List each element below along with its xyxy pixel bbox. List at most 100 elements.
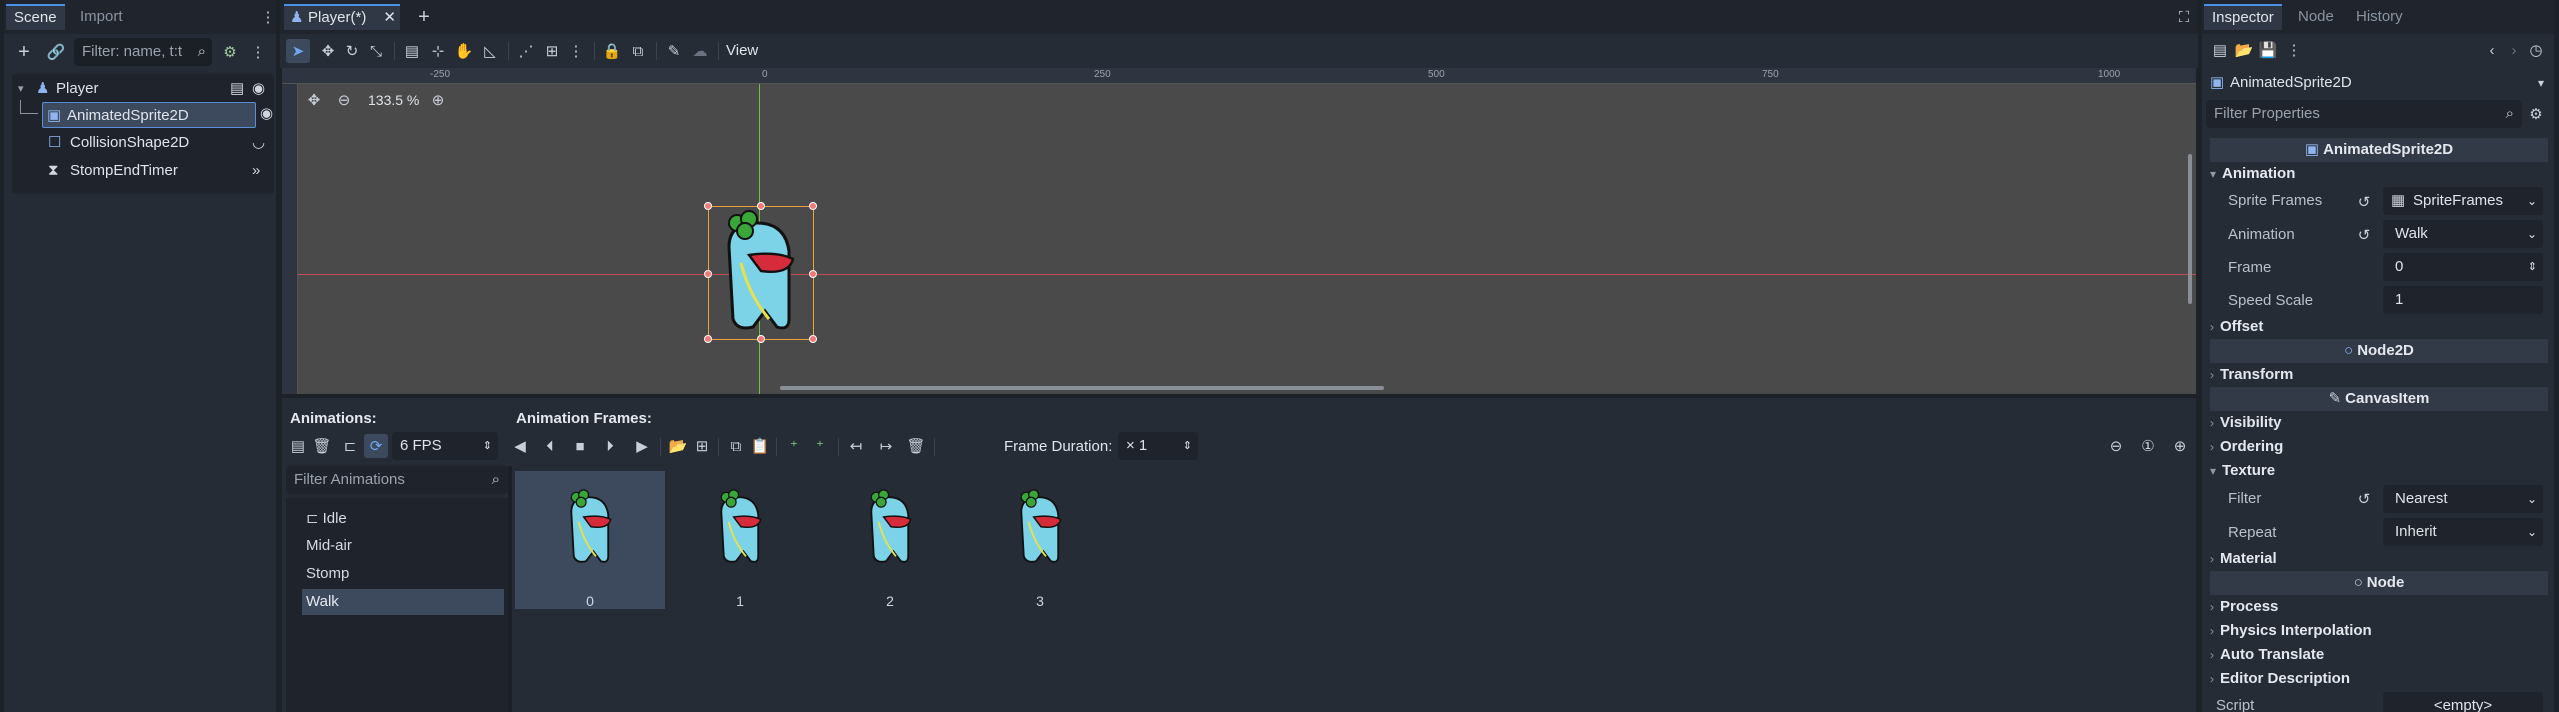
list-select-icon[interactable]: ▤ (400, 39, 424, 63)
section-animation[interactable]: ▾ Animation (2210, 162, 2548, 186)
handle[interactable] (757, 202, 765, 210)
delete-frame-icon[interactable]: 🗑 (904, 434, 928, 458)
new-resource-icon[interactable]: ▤ (2208, 38, 2232, 62)
rotate-tool-icon[interactable]: ↻ (340, 39, 364, 63)
smart-snap-icon[interactable]: ⋰ (514, 39, 538, 63)
load-resource-icon[interactable]: 📂 (2232, 38, 2256, 62)
animation-item-walk[interactable]: Walk (302, 589, 504, 615)
lock-icon[interactable]: 🔒 (600, 39, 624, 63)
frame-item[interactable]: 1 (665, 471, 815, 609)
tab-inspector[interactable]: Inspector (2204, 4, 2282, 30)
zoom-out-icon[interactable]: ⊖ (2104, 434, 2128, 458)
handle[interactable] (809, 335, 817, 343)
select-tool-icon[interactable]: ➤ (286, 39, 310, 63)
handle[interactable] (704, 202, 712, 210)
handle[interactable] (704, 335, 712, 343)
forward-icon[interactable]: › (2502, 38, 2526, 62)
add-node-icon[interactable]: + (12, 40, 36, 64)
section-offset[interactable]: › Offset (2210, 315, 2548, 339)
scene-menu-icon[interactable]: ⋮ (246, 40, 270, 64)
script-attach-icon[interactable]: ⚙ (218, 40, 242, 64)
revert-icon[interactable]: ↺ (2352, 487, 2376, 511)
delete-animation-icon[interactable]: 🗑 (310, 434, 334, 458)
play-from-start-icon[interactable]: ▶ (630, 434, 654, 458)
inspector-menu-icon[interactable]: ⋮ (2282, 38, 2306, 62)
tree-row-collisionshape2d[interactable]: ☐ CollisionShape2D ◡ (12, 130, 272, 156)
frame-spinbox[interactable]: 0 ⇕ (2383, 253, 2543, 281)
zoom-reset-icon[interactable]: ① (2136, 434, 2160, 458)
animation-item-stomp[interactable]: Stomp (302, 561, 504, 587)
camera-override-icon[interactable]: ☁ (688, 39, 712, 63)
history-icon[interactable]: ◷ (2524, 38, 2548, 62)
tab-scene[interactable]: Scene (6, 4, 65, 30)
grid-snap-icon[interactable]: ⊞ (540, 39, 564, 63)
center-view-icon[interactable]: ✥ (304, 90, 324, 110)
horizontal-scrollbar[interactable] (780, 386, 1384, 390)
section-visibility[interactable]: › Visibility (2210, 411, 2548, 435)
animation-item-mid-air[interactable]: Mid-air (302, 533, 504, 559)
section-texture[interactable]: ▾ Texture (2210, 459, 2548, 483)
link-icon[interactable]: 🔗 (44, 40, 68, 64)
close-icon[interactable]: ✕ (383, 6, 396, 30)
spritesheet-icon[interactable]: ⊞ (690, 434, 714, 458)
fps-spinbox[interactable]: 6 FPS ⇕ (392, 432, 498, 460)
section-auto-translate[interactable]: › Auto Translate (2210, 643, 2548, 667)
tab-import[interactable]: Import (72, 4, 131, 30)
zoom-level[interactable]: 133.5 % (368, 92, 419, 108)
handle[interactable] (704, 270, 712, 278)
zoom-in-icon[interactable]: ⊕ (428, 90, 448, 110)
section-editor-description[interactable]: › Editor Description (2210, 667, 2548, 691)
play-backwards-from-end-icon[interactable]: ◀ (508, 434, 532, 458)
visibility-icon[interactable]: ◉ (252, 76, 265, 102)
insert-after-icon[interactable]: ⁺ (808, 434, 832, 458)
pivot-tool-icon[interactable]: ⊹ (426, 39, 450, 63)
warning-icon[interactable]: ◡ (252, 130, 265, 156)
loop-icon[interactable]: ⟳ (364, 434, 388, 458)
play-icon[interactable]: ⏵ (598, 434, 622, 458)
handle[interactable] (809, 270, 817, 278)
back-icon[interactable]: ‹ (2480, 38, 2504, 62)
move-tool-icon[interactable]: ✥ (316, 39, 340, 63)
frame-duration-spinbox[interactable]: × 1 ⇕ (1118, 432, 1198, 460)
node-selector[interactable]: ▣ AnimatedSprite2D ▾ (2210, 70, 2548, 96)
open-file-icon[interactable]: 📂 (666, 434, 690, 458)
signal-icon[interactable]: » (252, 158, 260, 184)
scene-filter-input[interactable]: Filter: name, t:t ⌕ (74, 38, 212, 66)
handle[interactable] (809, 202, 817, 210)
section-process[interactable]: › Process (2210, 595, 2548, 619)
script-resource[interactable]: <empty> (2383, 692, 2543, 712)
revert-icon[interactable]: ↺ (2352, 190, 2376, 214)
sprite-frames-resource[interactable]: ▦ SpriteFrames ⌄ (2383, 187, 2543, 215)
move-left-icon[interactable]: ↤ (844, 434, 868, 458)
bone-icon[interactable]: ✎ (662, 39, 686, 63)
frame-item[interactable]: 2 (815, 471, 965, 609)
section-transform[interactable]: › Transform (2210, 363, 2548, 387)
section-physics-interpolation[interactable]: › Physics Interpolation (2210, 619, 2548, 643)
snap-options-icon[interactable]: ⋮ (564, 39, 588, 63)
copy-icon[interactable]: ⧉ (724, 434, 748, 458)
revert-icon[interactable]: ↺ (2352, 223, 2376, 247)
script-icon[interactable]: ▤ (230, 76, 244, 102)
tab-node[interactable]: Node (2290, 4, 2342, 30)
texture-repeat-dropdown[interactable]: Inherit ⌄ (2383, 518, 2543, 546)
tools-icon[interactable]: ⚙ (2524, 102, 2548, 126)
filter-animations-input[interactable]: Filter Animations ⌕ (286, 466, 508, 494)
animation-dropdown[interactable]: Walk ⌄ (2383, 220, 2543, 248)
tab-player-scene[interactable]: ♟ Player(*) ✕ (284, 4, 400, 30)
tree-row-player[interactable]: ▾ ♟ Player ▤ ◉ (12, 76, 272, 102)
add-animation-icon[interactable]: ▤ (286, 434, 310, 458)
frame-item[interactable]: 0 (515, 471, 665, 609)
section-material[interactable]: › Material (2210, 547, 2548, 571)
save-resource-icon[interactable]: 💾 (2256, 38, 2280, 62)
ruler-tool-icon[interactable]: ◺ (478, 39, 502, 63)
tab-history[interactable]: History (2348, 4, 2411, 30)
visibility-icon[interactable]: ◉ (260, 104, 273, 122)
distraction-free-icon[interactable]: ⛶ (2172, 5, 2196, 29)
animation-item-idle[interactable]: ⊏ Idle (302, 506, 504, 532)
play-backwards-icon[interactable]: ⏴ (538, 434, 562, 458)
handle[interactable] (757, 335, 765, 343)
zoom-out-icon[interactable]: ⊖ (334, 90, 354, 110)
speed-scale-field[interactable]: 1 (2383, 286, 2543, 314)
texture-filter-dropdown[interactable]: Nearest ⌄ (2383, 485, 2543, 513)
move-right-icon[interactable]: ↦ (874, 434, 898, 458)
